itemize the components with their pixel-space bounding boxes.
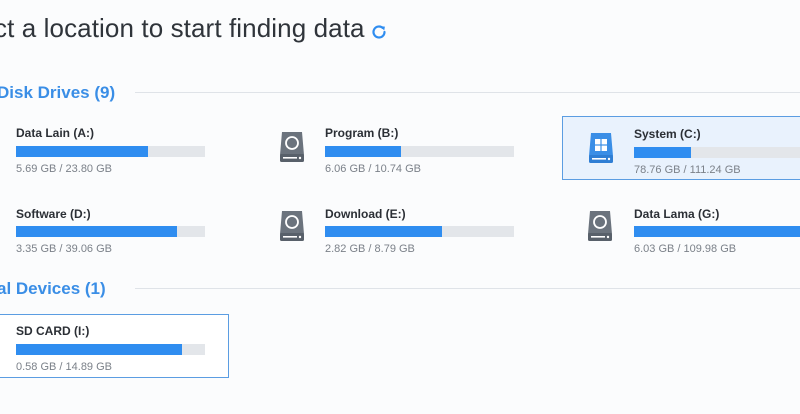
section-title-disk-drives: Disk Drives (9) bbox=[0, 83, 116, 102]
drive-name: Data Lama (G:) bbox=[634, 207, 720, 221]
drive-tile[interactable]: Data Lain (A:) 5.69 GB / 23.80 GB bbox=[0, 116, 230, 180]
drive-tile-selected[interactable]: System (C:) 78.76 GB / 111.24 GB bbox=[562, 116, 800, 180]
usage-bar bbox=[325, 146, 514, 157]
usage-fill bbox=[634, 226, 800, 237]
drive-size: 6.03 GB / 109.98 GB bbox=[634, 243, 737, 255]
usage-bar bbox=[16, 344, 205, 355]
hard-drive-icon bbox=[588, 211, 612, 241]
refresh-icon[interactable] bbox=[369, 22, 389, 42]
section-divider bbox=[135, 92, 800, 93]
usage-fill bbox=[16, 146, 149, 157]
drive-size: 0.58 GB / 14.89 GB bbox=[16, 361, 113, 373]
drive-size: 3.35 GB / 39.06 GB bbox=[16, 243, 113, 255]
drive-name: Program (B:) bbox=[325, 126, 399, 140]
usage-bar bbox=[16, 146, 205, 157]
drive-size: 6.06 GB / 10.74 GB bbox=[325, 163, 422, 175]
usage-bar bbox=[16, 226, 205, 237]
usage-fill bbox=[325, 146, 401, 157]
drive-tile[interactable]: Data Lama (G:) 6.03 GB / 109.98 GB bbox=[572, 197, 800, 261]
drive-size: 5.69 GB / 23.80 GB bbox=[16, 163, 113, 175]
usage-fill bbox=[16, 226, 177, 237]
windows-drive-icon bbox=[589, 133, 613, 163]
usage-bar bbox=[634, 147, 800, 158]
hard-drive-icon bbox=[280, 132, 304, 162]
drive-size: 78.76 GB / 111.24 GB bbox=[634, 164, 741, 176]
section-divider bbox=[135, 288, 800, 289]
usage-fill bbox=[16, 344, 183, 355]
drive-tile[interactable]: SD CARD (I:) 0.58 GB / 14.89 GB bbox=[0, 314, 229, 378]
usage-bar bbox=[634, 226, 800, 237]
drive-tile[interactable]: Download (E:) 2.82 GB / 8.79 GB bbox=[262, 197, 542, 261]
usage-fill bbox=[634, 147, 691, 158]
drive-name: Download (E:) bbox=[325, 207, 406, 221]
drive-name: Data Lain (A:) bbox=[16, 126, 94, 140]
hard-drive-icon bbox=[280, 211, 304, 241]
drive-name: Software (D:) bbox=[16, 207, 91, 221]
drive-size: 2.82 GB / 8.79 GB bbox=[325, 243, 415, 255]
usage-bar bbox=[325, 226, 514, 237]
usage-fill bbox=[325, 226, 443, 237]
section-title-external-devices: al Devices (1) bbox=[0, 279, 106, 298]
drive-tile[interactable]: Software (D:) 3.35 GB / 39.06 GB bbox=[0, 197, 230, 261]
drive-name: SD CARD (I:) bbox=[16, 324, 90, 338]
page-title: ct a location to start finding data bbox=[0, 13, 365, 43]
drive-name: System (C:) bbox=[634, 127, 701, 141]
drive-tile[interactable]: Program (B:) 6.06 GB / 10.74 GB bbox=[262, 116, 542, 180]
